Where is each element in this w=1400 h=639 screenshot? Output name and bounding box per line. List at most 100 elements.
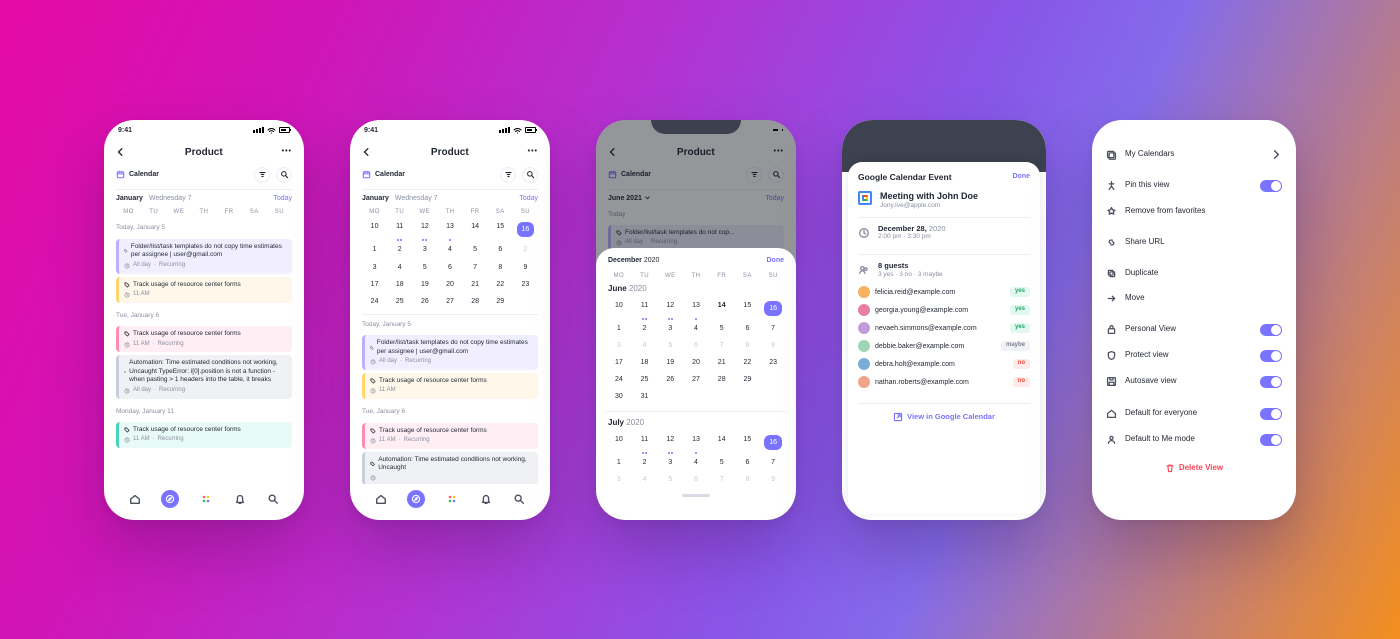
calendar-day[interactable]: 19: [412, 276, 437, 293]
month-label[interactable]: January: [116, 194, 143, 203]
calendar-day[interactable]: [709, 388, 735, 405]
calendar-day[interactable]: 3: [657, 320, 683, 337]
calendar-day[interactable]: 6: [735, 454, 761, 471]
calendar-day[interactable]: 15: [488, 218, 513, 241]
toggle[interactable]: [1260, 324, 1282, 336]
calendar-day[interactable]: 12: [657, 297, 683, 320]
calendar-day[interactable]: 29: [735, 371, 761, 388]
guest-row[interactable]: nathan.roberts@example.comno: [858, 373, 1030, 391]
calendar-day[interactable]: 7: [463, 259, 488, 276]
option-share-url[interactable]: Share URL: [1104, 230, 1284, 255]
tab-search[interactable]: [512, 492, 526, 506]
guest-row[interactable]: nevaeh.simmons@example.comyes: [858, 319, 1030, 337]
calendar-day[interactable]: 8: [488, 259, 513, 276]
calendar-day[interactable]: [513, 293, 538, 310]
calendar-day[interactable]: 20: [683, 354, 709, 371]
calendar-day[interactable]: 12: [657, 431, 683, 454]
calendar-day[interactable]: 21: [709, 354, 735, 371]
option-duplicate[interactable]: Duplicate: [1104, 261, 1284, 286]
toggle[interactable]: [1260, 408, 1282, 420]
calendar-day[interactable]: 16: [513, 218, 538, 241]
calendar-day[interactable]: 1: [606, 454, 632, 471]
calendar-day[interactable]: 8: [735, 471, 761, 488]
back-icon[interactable]: [116, 147, 126, 157]
option-remove-from-favorites[interactable]: Remove from favorites: [1104, 199, 1284, 224]
option-move[interactable]: Move: [1104, 286, 1284, 311]
calendar-day[interactable]: 6: [437, 259, 462, 276]
guest-row[interactable]: georgia.young@example.comyes: [858, 301, 1030, 319]
calendar-day[interactable]: 30: [606, 388, 632, 405]
calendar-day[interactable]: 11: [632, 297, 658, 320]
option-protect-view[interactable]: Protect view: [1104, 343, 1284, 369]
calendar-day[interactable]: [657, 388, 683, 405]
option-my-calendars[interactable]: My Calendars: [1104, 142, 1284, 167]
calendar-day[interactable]: 9: [513, 259, 538, 276]
calendar-day[interactable]: 2: [387, 241, 412, 258]
calendar-day[interactable]: 27: [437, 293, 462, 310]
calendar-day[interactable]: 25: [387, 293, 412, 310]
toggle[interactable]: [1260, 180, 1282, 192]
calendar-day[interactable]: 6: [683, 471, 709, 488]
calendar-day[interactable]: 13: [683, 297, 709, 320]
today-button[interactable]: Today: [519, 194, 538, 203]
calendar-day[interactable]: 4: [683, 320, 709, 337]
calendar-day[interactable]: [760, 371, 786, 388]
open-external-link[interactable]: View in Google Calendar: [858, 403, 1030, 424]
event-card[interactable]: Track usage of resource center forms11 A…: [362, 373, 538, 399]
calendar-day[interactable]: 4: [683, 454, 709, 471]
month-scroll[interactable]: June 20201011121314151612345673456789171…: [606, 282, 786, 488]
today-button[interactable]: Today: [273, 194, 292, 203]
calendar-day[interactable]: 18: [632, 354, 658, 371]
calendar-day[interactable]: 1: [606, 320, 632, 337]
calendar-day[interactable]: 20: [437, 276, 462, 293]
tab-explore[interactable]: [407, 490, 425, 508]
calendar-day[interactable]: 14: [709, 297, 735, 320]
calendar-day[interactable]: 24: [362, 293, 387, 310]
calendar-day[interactable]: 24: [606, 371, 632, 388]
calendar-day[interactable]: 17: [362, 276, 387, 293]
toggle[interactable]: [1260, 434, 1282, 446]
calendar-day[interactable]: 1: [362, 241, 387, 258]
calendar-day[interactable]: 2: [632, 320, 658, 337]
calendar-day[interactable]: 13: [437, 218, 462, 241]
calendar-day[interactable]: 10: [606, 297, 632, 320]
calendar-day[interactable]: 23: [760, 354, 786, 371]
calendar-day[interactable]: 2: [632, 454, 658, 471]
back-icon[interactable]: [362, 147, 372, 157]
tab-apps[interactable]: [199, 492, 213, 506]
calendar-day[interactable]: 6: [683, 337, 709, 354]
calendar-day[interactable]: 3: [606, 471, 632, 488]
calendar-day[interactable]: [760, 388, 786, 405]
guest-row[interactable]: felicia.reid@example.comyes: [858, 283, 1030, 301]
event-card[interactable]: Track usage of resource center forms11 A…: [116, 277, 292, 303]
month-label[interactable]: January: [362, 194, 389, 203]
calendar-day[interactable]: 11: [387, 218, 412, 241]
more-icon[interactable]: •••: [528, 147, 538, 156]
calendar-day[interactable]: 7: [709, 471, 735, 488]
events-list[interactable]: Today, January 5Folder/list/task templat…: [362, 315, 538, 485]
calendar-day[interactable]: 9: [760, 471, 786, 488]
calendar-day[interactable]: 26: [657, 371, 683, 388]
calendar-day[interactable]: 5: [463, 241, 488, 258]
calendar-day[interactable]: 28: [463, 293, 488, 310]
calendar-day[interactable]: 13: [683, 431, 709, 454]
calendar-day[interactable]: [735, 388, 761, 405]
calendar-day[interactable]: 22: [735, 354, 761, 371]
calendar-day[interactable]: 5: [412, 259, 437, 276]
calendar-day[interactable]: 6: [488, 241, 513, 258]
view-selector[interactable]: Calendar: [116, 170, 159, 179]
tab-home[interactable]: [374, 492, 388, 506]
calendar-day[interactable]: 22: [488, 276, 513, 293]
option-default-to-me-mode[interactable]: Default to Me mode: [1104, 427, 1284, 453]
toggle[interactable]: [1260, 376, 1282, 388]
guest-row[interactable]: debbie.baker@example.commaybe: [858, 337, 1030, 355]
calendar-day[interactable]: 5: [709, 320, 735, 337]
search-button[interactable]: [276, 167, 292, 183]
calendar-day[interactable]: 14: [463, 218, 488, 241]
more-icon[interactable]: •••: [282, 147, 292, 156]
calendar-day[interactable]: 4: [387, 259, 412, 276]
calendar-day[interactable]: 4: [632, 337, 658, 354]
calendar-day[interactable]: 15: [735, 297, 761, 320]
calendar-day[interactable]: 25: [632, 371, 658, 388]
calendar-grid[interactable]: 1011121314151612345623456789171819202122…: [362, 218, 538, 314]
